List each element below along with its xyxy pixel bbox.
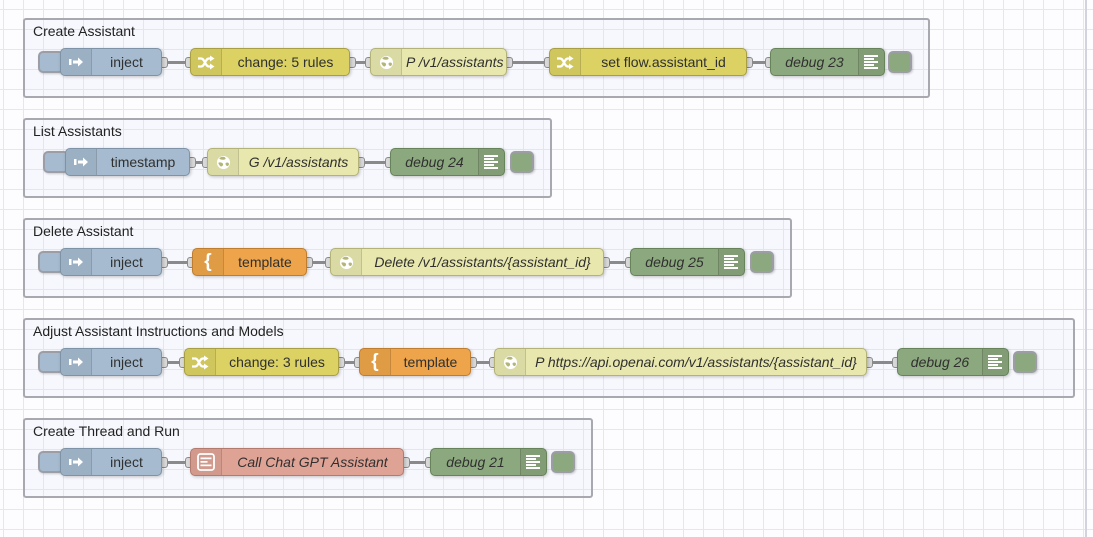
- group-title: Create Assistant: [33, 23, 135, 39]
- group-create-thread-and-run[interactable]: Create Thread and Run inject Call Chat G…: [23, 418, 593, 498]
- group-title: Delete Assistant: [33, 223, 134, 239]
- globe-icon: [208, 149, 239, 175]
- node-label: debug 26: [910, 354, 970, 370]
- debug-list-icon: [718, 249, 744, 275]
- inject-arrow-icon: [66, 149, 97, 175]
- group-title: Adjust Assistant Instructions and Models: [33, 323, 284, 339]
- node-label: inject: [110, 354, 143, 370]
- globe-icon: [331, 249, 362, 275]
- subflow-icon: [191, 449, 222, 475]
- node-label: debug 25: [645, 254, 704, 270]
- node-debug[interactable]: debug 21: [430, 448, 547, 476]
- node-debug[interactable]: debug 26: [897, 348, 1009, 376]
- flow-canvas[interactable]: Create Assistant inject change: 5 rules: [0, 0, 1093, 537]
- node-inject[interactable]: inject: [60, 48, 162, 76]
- node-label: debug 21: [446, 454, 505, 470]
- inject-arrow-icon: [61, 449, 92, 475]
- inject-arrow-icon: [61, 249, 92, 275]
- node-label: change: 5 rules: [237, 54, 334, 70]
- node-template[interactable]: { template: [192, 248, 307, 276]
- node-template[interactable]: { template: [359, 348, 471, 376]
- node-label: set flow.assistant_id: [601, 54, 726, 70]
- shuffle-icon: [550, 49, 581, 75]
- group-list-assistants[interactable]: List Assistants timestamp G /v1/assistan…: [23, 118, 552, 198]
- globe-icon: [371, 49, 402, 75]
- group-title: List Assistants: [33, 123, 122, 139]
- group-create-assistant[interactable]: Create Assistant inject change: 5 rules: [23, 18, 930, 98]
- node-debug[interactable]: debug 24: [390, 148, 505, 176]
- shuffle-icon: [185, 349, 216, 375]
- node-label: G /v1/assistants: [248, 154, 349, 170]
- debug-list-icon: [982, 349, 1008, 375]
- node-label: Delete /v1/assistants/{assistant_id}: [374, 254, 591, 270]
- node-label: P https://api.openai.com/v1/assistants/{…: [535, 354, 857, 370]
- node-label: inject: [110, 54, 143, 70]
- shuffle-icon: [191, 49, 222, 75]
- node-label: inject: [110, 254, 143, 270]
- node-label: template: [403, 354, 458, 370]
- node-label: change: 3 rules: [229, 354, 325, 370]
- node-label: inject: [110, 454, 143, 470]
- debug-list-icon: [520, 449, 546, 475]
- group-title: Create Thread and Run: [33, 423, 180, 439]
- curly-brace-icon: {: [193, 249, 224, 275]
- inject-arrow-icon: [61, 349, 92, 375]
- node-label: Call Chat GPT Assistant: [237, 454, 388, 470]
- node-label: timestamp: [110, 154, 176, 170]
- node-debug[interactable]: debug 23: [770, 48, 885, 76]
- node-subflow-call-chatgpt[interactable]: Call Chat GPT Assistant: [190, 448, 404, 476]
- node-label: P /v1/assistants: [406, 54, 504, 70]
- debug-toggle-button[interactable]: [1013, 351, 1037, 373]
- inject-arrow-icon: [61, 49, 92, 75]
- node-inject[interactable]: inject: [60, 448, 162, 476]
- node-label: debug 23: [785, 54, 844, 70]
- debug-toggle-button[interactable]: [551, 451, 575, 473]
- node-debug[interactable]: debug 25: [630, 248, 745, 276]
- node-http-request[interactable]: P /v1/assistants: [370, 48, 507, 76]
- node-change[interactable]: set flow.assistant_id: [549, 48, 747, 76]
- node-http-request[interactable]: P https://api.openai.com/v1/assistants/{…: [494, 348, 867, 376]
- node-change[interactable]: change: 3 rules: [184, 348, 339, 376]
- debug-toggle-button[interactable]: [510, 151, 534, 173]
- node-inject[interactable]: inject: [60, 248, 162, 276]
- group-adjust-assistant[interactable]: Adjust Assistant Instructions and Models…: [23, 318, 1075, 398]
- node-http-request[interactable]: G /v1/assistants: [207, 148, 359, 176]
- debug-toggle-button[interactable]: [750, 251, 774, 273]
- curly-brace-icon: {: [360, 349, 391, 375]
- group-delete-assistant[interactable]: Delete Assistant inject { template Delet…: [23, 218, 792, 298]
- wire: [507, 60, 549, 64]
- node-inject[interactable]: timestamp: [65, 148, 190, 176]
- node-label: debug 24: [405, 154, 464, 170]
- node-change[interactable]: change: 5 rules: [190, 48, 350, 76]
- globe-icon: [495, 349, 526, 375]
- canvas-boundary-line: [1085, 0, 1087, 537]
- node-http-request[interactable]: Delete /v1/assistants/{assistant_id}: [330, 248, 604, 276]
- debug-toggle-button[interactable]: [888, 51, 912, 73]
- debug-list-icon: [858, 49, 884, 75]
- node-inject[interactable]: inject: [60, 348, 162, 376]
- node-label: template: [238, 254, 292, 270]
- debug-list-icon: [478, 149, 504, 175]
